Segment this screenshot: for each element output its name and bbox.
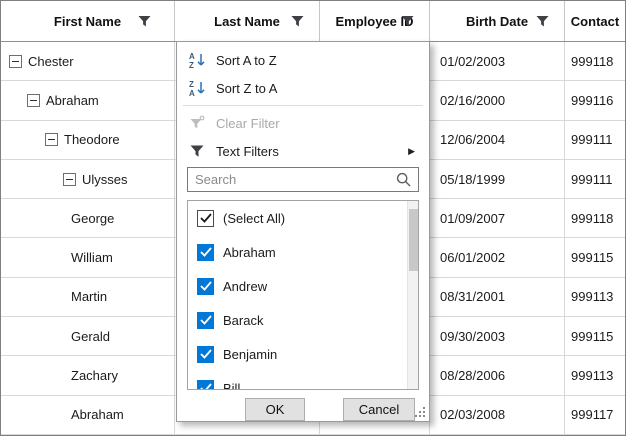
filter-popup: A Z Sort A to Z Z A Sort Z to A — [176, 41, 430, 422]
first-name-cell: Abraham — [46, 93, 99, 108]
first-name-cell: Theodore — [64, 132, 120, 147]
first-name-cell: Zachary — [71, 368, 118, 383]
grid-header: First Name Last Name Employee ID Birth D… — [1, 1, 625, 42]
checkbox-checked[interactable] — [197, 312, 214, 329]
column-label: Birth Date — [466, 14, 528, 29]
svg-text:Z: Z — [189, 61, 194, 69]
first-name-cell: Abraham — [71, 407, 124, 422]
svg-text:A: A — [189, 52, 195, 61]
resize-grip[interactable] — [415, 407, 426, 418]
contact-cell: 999113 — [565, 356, 625, 394]
contact-cell: 999111 — [565, 160, 625, 198]
filter-icon[interactable] — [290, 14, 305, 29]
collapse-icon[interactable] — [45, 133, 58, 146]
treegrid-window: First Name Last Name Employee ID Birth D… — [0, 0, 626, 436]
sort-az-icon: A Z — [187, 51, 207, 69]
text-filters-icon — [187, 143, 207, 159]
column-header-contact[interactable]: Contact — [565, 1, 625, 41]
list-item-select-all[interactable]: (Select All) — [188, 201, 418, 235]
list-item-label: Barack — [223, 313, 263, 328]
first-name-cell: Martin — [71, 289, 107, 304]
birth-date-cell: 02/03/2008 — [430, 396, 565, 434]
menu-item-label: Sort Z to A — [216, 81, 277, 96]
scrollbar[interactable] — [407, 201, 418, 389]
ok-button[interactable]: OK — [245, 398, 305, 421]
list-item-label: Benjamin — [223, 347, 277, 362]
checkbox-checked[interactable] — [197, 346, 214, 363]
search-icon[interactable] — [396, 172, 412, 191]
birth-date-cell: 06/01/2002 — [430, 238, 565, 276]
clear-filter-item: Clear Filter — [177, 109, 429, 137]
contact-cell: 999116 — [565, 81, 625, 119]
contact-cell: 999115 — [565, 317, 625, 355]
svg-text:A: A — [189, 89, 195, 97]
column-header-birth-date[interactable]: Birth Date — [430, 1, 565, 41]
checkbox-checked[interactable] — [197, 380, 214, 391]
contact-cell: 999118 — [565, 199, 625, 237]
menu-item-label: Clear Filter — [216, 116, 280, 131]
birth-date-cell: 01/09/2007 — [430, 199, 565, 237]
column-label: First Name — [54, 14, 121, 29]
birth-date-cell: 05/18/1999 — [430, 160, 565, 198]
birth-date-cell: 01/02/2003 — [430, 42, 565, 80]
contact-cell: 999118 — [565, 42, 625, 80]
clear-filter-icon — [187, 115, 207, 131]
contact-cell: 999115 — [565, 238, 625, 276]
list-item[interactable]: Bill — [188, 371, 418, 390]
search-input[interactable] — [188, 168, 418, 191]
column-header-employee-id[interactable]: Employee ID — [320, 1, 430, 41]
filter-icon[interactable] — [535, 14, 550, 29]
list-item-label: (Select All) — [223, 211, 285, 226]
first-name-cell: George — [71, 211, 114, 226]
contact-cell: 999113 — [565, 278, 625, 316]
submenu-arrow-icon: ▶ — [408, 146, 419, 157]
checkbox-checked[interactable] — [197, 210, 214, 227]
search-box — [187, 167, 419, 192]
birth-date-cell: 02/16/2000 — [430, 81, 565, 119]
sort-a-to-z-item[interactable]: A Z Sort A to Z — [177, 46, 429, 74]
cancel-button[interactable]: Cancel — [343, 398, 415, 421]
sort-za-icon: Z A — [187, 79, 207, 97]
contact-cell: 999111 — [565, 121, 625, 159]
scrollbar-thumb[interactable] — [409, 209, 418, 271]
sort-z-to-a-item[interactable]: Z A Sort Z to A — [177, 74, 429, 102]
checkbox-checked[interactable] — [197, 278, 214, 295]
list-item-label: Abraham — [223, 245, 276, 260]
popup-button-row: OK Cancel — [177, 398, 429, 421]
list-item-label: Andrew — [223, 279, 267, 294]
birth-date-cell: 12/06/2004 — [430, 121, 565, 159]
birth-date-cell: 09/30/2003 — [430, 317, 565, 355]
list-item[interactable]: Abraham — [188, 235, 418, 269]
column-header-first-name[interactable]: First Name — [1, 1, 175, 41]
filter-icon[interactable] — [400, 14, 415, 29]
list-item-label: Bill — [223, 381, 240, 391]
checkbox-checked[interactable] — [197, 244, 214, 261]
filter-icon[interactable] — [137, 14, 152, 29]
svg-text:Z: Z — [189, 80, 194, 89]
column-label: Last Name — [214, 14, 280, 29]
list-item[interactable]: Andrew — [188, 269, 418, 303]
birth-date-cell: 08/31/2001 — [430, 278, 565, 316]
first-name-cell: Chester — [28, 54, 74, 69]
collapse-icon[interactable] — [63, 173, 76, 186]
contact-cell: 999117 — [565, 396, 625, 434]
column-header-last-name[interactable]: Last Name — [175, 1, 320, 41]
column-label: Contact — [571, 14, 619, 29]
first-name-cell: William — [71, 250, 113, 265]
text-filters-item[interactable]: Text Filters ▶ — [177, 137, 429, 165]
menu-separator — [183, 105, 423, 106]
menu-item-label: Text Filters — [216, 144, 279, 159]
collapse-icon[interactable] — [9, 55, 22, 68]
list-item[interactable]: Benjamin — [188, 337, 418, 371]
birth-date-cell: 08/28/2006 — [430, 356, 565, 394]
filter-value-list: (Select All) Abraham Andrew Barack — [187, 200, 419, 390]
first-name-cell: Ulysses — [82, 172, 128, 187]
menu-item-label: Sort A to Z — [216, 53, 277, 68]
collapse-icon[interactable] — [27, 94, 40, 107]
first-name-cell: Gerald — [71, 329, 110, 344]
list-item[interactable]: Barack — [188, 303, 418, 337]
